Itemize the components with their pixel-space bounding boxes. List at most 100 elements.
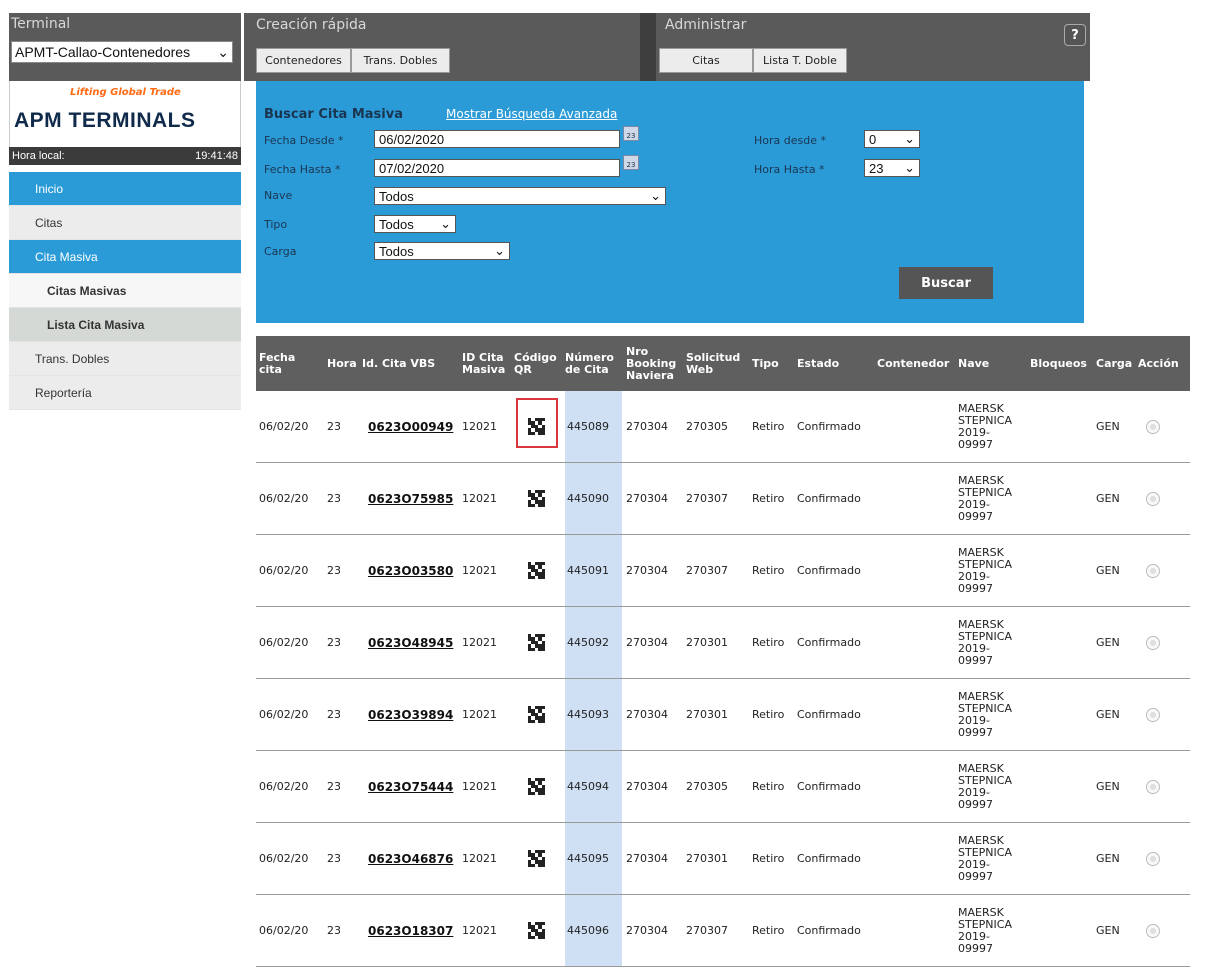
cell-numero: 445096 (567, 924, 609, 937)
nave-line: 2019- (958, 857, 990, 871)
cell-carga: GEN (1096, 492, 1120, 505)
action-radio[interactable] (1146, 563, 1160, 578)
qr-code-icon[interactable] (528, 778, 545, 795)
fecha-hasta-input[interactable]: 07/02/2020 (374, 159, 620, 177)
cita-vbs-link[interactable]: 0623O46876 (368, 823, 453, 894)
action-radio[interactable] (1146, 779, 1160, 794)
cell-booking: 270304 (626, 636, 668, 649)
cita-vbs-link[interactable]: 0623O39894 (368, 679, 453, 750)
cita-vbs-link[interactable]: 0623O75444 (368, 751, 453, 822)
action-cell[interactable] (1146, 895, 1160, 966)
nave-select[interactable]: Todos ⌄ (374, 187, 666, 205)
action-cell[interactable] (1146, 607, 1160, 678)
qr-cell[interactable] (528, 751, 545, 822)
action-cell[interactable] (1146, 679, 1160, 750)
buscar-button[interactable]: Buscar (899, 267, 993, 299)
th-solicitud: Solicitud Web (686, 350, 741, 376)
sidebar-item-reporteria[interactable]: Reportería (9, 376, 241, 410)
qr-code-icon[interactable] (528, 850, 545, 867)
qr-cell[interactable] (528, 535, 545, 606)
chevron-down-icon: ⌄ (217, 43, 229, 60)
nave-line: STEPNICA (958, 773, 1012, 787)
cell-fecha: 06/02/20 (259, 852, 309, 865)
action-radio[interactable] (1146, 491, 1160, 506)
qr-code-icon[interactable] (528, 634, 545, 651)
tipo-select[interactable]: Todos ⌄ (374, 215, 456, 233)
cita-vbs-link[interactable]: 0623O03580 (368, 535, 453, 606)
results-table: Fecha cita Hora Id. Cita VBS ID Cita Masiv… (256, 336, 1190, 967)
cell-booking: 270304 (626, 564, 668, 577)
fecha-desde-input[interactable]: 06/02/2020 (374, 130, 620, 148)
action-cell[interactable] (1146, 823, 1160, 894)
table-row: 06/02/20 23 0623O75985 12021 445090 270304 270… (256, 463, 1190, 535)
action-cell[interactable] (1146, 463, 1160, 534)
nave-line: 2019- (958, 713, 990, 727)
carga-select[interactable]: Todos ⌄ (374, 242, 510, 260)
admin-title: Administrar (665, 17, 747, 33)
nave-line: STEPNICA (958, 485, 1012, 499)
help-icon[interactable]: ? (1064, 24, 1086, 46)
action-cell[interactable] (1146, 535, 1160, 606)
cell-hora: 23 (327, 708, 341, 721)
cell-id-masiva: 12021 (462, 420, 497, 433)
hora-desde-select[interactable]: 0 ⌄ (864, 130, 920, 148)
qr-cell[interactable] (528, 823, 545, 894)
qr-cell[interactable] (528, 895, 545, 966)
action-radio[interactable] (1146, 635, 1160, 650)
admin-lista-t-doble-button[interactable]: Lista T. Doble (753, 48, 847, 73)
action-radio[interactable] (1146, 923, 1160, 938)
cell-estado: Confirmado (797, 420, 861, 433)
advanced-search-link[interactable]: Mostrar Búsqueda Avanzada (446, 107, 617, 121)
cell-solicitud: 270305 (686, 420, 728, 433)
qr-code-icon[interactable] (528, 922, 545, 939)
cell-id-masiva: 12021 (462, 564, 497, 577)
action-radio[interactable] (1146, 419, 1160, 434)
admin-citas-button[interactable]: Citas (659, 48, 753, 73)
qr-code-icon[interactable] (528, 562, 545, 579)
cell-carga: GEN (1096, 708, 1120, 721)
sidebar-item-trans-dobles[interactable]: Trans. Dobles (9, 342, 241, 376)
qr-cell[interactable] (528, 607, 545, 678)
calendar-icon[interactable]: 23 (623, 126, 639, 141)
cita-vbs-link[interactable]: 0623O18307 (368, 895, 453, 966)
quick-trans-dobles-button[interactable]: Trans. Dobles (351, 48, 450, 73)
sidebar-item-cita-masiva[interactable]: Cita Masiva (9, 240, 241, 274)
hora-desde-label: Hora desde * (754, 134, 826, 147)
cell-hora: 23 (327, 924, 341, 937)
cell-estado: Confirmado (797, 636, 861, 649)
chevron-down-icon: ⌄ (494, 243, 505, 258)
cell-id-masiva: 12021 (462, 636, 497, 649)
th-nave: Nave (958, 356, 990, 370)
cita-vbs-link[interactable]: 0623O48945 (368, 607, 453, 678)
sidebar-item-inicio[interactable]: Inicio (9, 172, 241, 206)
action-cell[interactable] (1146, 391, 1160, 462)
qr-cell[interactable] (528, 679, 545, 750)
nave-line: 2019- (958, 785, 990, 799)
nave-line: STEPNICA (958, 845, 1012, 859)
sidebar-subitem-citas-masivas[interactable]: Citas Masivas (9, 274, 241, 308)
action-radio[interactable] (1146, 707, 1160, 722)
calendar-icon[interactable]: 23 (623, 155, 639, 170)
cita-vbs-link[interactable]: 0623O75985 (368, 463, 453, 534)
qr-cell[interactable] (528, 463, 545, 534)
table-row: 06/02/20 23 0623O48945 12021 445092 270304 270… (256, 607, 1190, 679)
cell-id-masiva: 12021 (462, 492, 497, 505)
quick-contenedores-button[interactable]: Contenedores (256, 48, 351, 73)
cell-fecha: 06/02/20 (259, 780, 309, 793)
action-radio[interactable] (1146, 851, 1160, 866)
cell-tipo: Retiro (752, 636, 785, 649)
nave-line: STEPNICA (958, 917, 1012, 931)
th-fecha: Fecha cita (259, 350, 296, 376)
action-cell[interactable] (1146, 751, 1160, 822)
sidebar-subitem-lista-cita-masiva[interactable]: Lista Cita Masiva (9, 308, 241, 342)
cell-solicitud: 270301 (686, 708, 728, 721)
th-numero: Número de Cita (565, 350, 614, 376)
qr-code-icon[interactable] (528, 706, 545, 723)
hora-hasta-select[interactable]: 23 ⌄ (864, 159, 920, 177)
terminal-select[interactable]: APMT-Callao-Contenedores ⌄ (11, 41, 233, 63)
sidebar-item-citas[interactable]: Citas (9, 206, 241, 240)
qr-code-icon[interactable] (528, 490, 545, 507)
nave-line: MAERSK (958, 401, 1004, 415)
search-panel: Buscar Cita Masiva Mostrar Búsqueda Avan… (256, 81, 1084, 323)
cita-vbs-link[interactable]: 0623O00949 (368, 391, 453, 462)
